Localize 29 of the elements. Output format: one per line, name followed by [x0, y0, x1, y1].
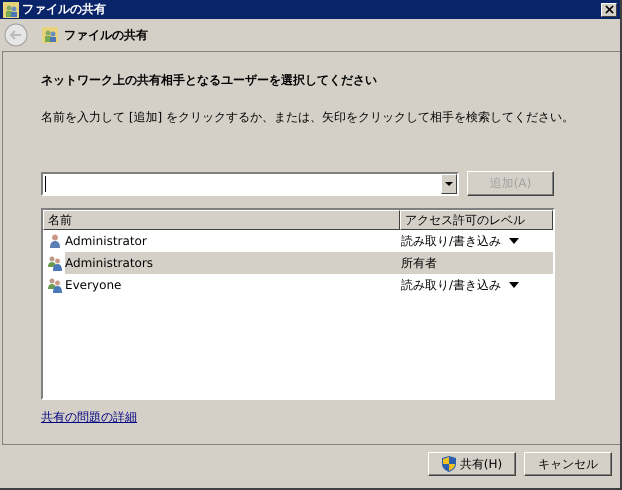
close-button[interactable] [601, 2, 617, 16]
user-row[interactable]: Administrator 読み取り/書き込み [65, 230, 553, 252]
heading: ネットワーク上の共有相手となるユーザーを選択してください [41, 72, 377, 89]
cancel-button[interactable]: キャンセル [524, 452, 612, 476]
share-button[interactable]: 共有(H) [428, 452, 516, 476]
user-row[interactable]: Administrators 所有者 [65, 252, 553, 274]
dropdown-arrow-icon[interactable] [509, 282, 520, 288]
users-icon [3, 2, 19, 18]
column-header[interactable]: 名前 [43, 210, 400, 230]
user-name: Administrators [65, 256, 154, 270]
user-name: Administrator [65, 234, 148, 248]
users-icon [42, 27, 58, 43]
column-header[interactable]: アクセス許可のレベル [400, 210, 553, 230]
users-icon [47, 277, 63, 293]
shield-icon [442, 456, 456, 472]
page-title: ファイルの共有 [64, 26, 148, 44]
user-row[interactable]: Everyone 読み取り/書き込み [65, 274, 553, 296]
user-icon [47, 233, 63, 249]
name-combo-box[interactable] [41, 172, 459, 196]
dropdown-arrow-icon[interactable] [509, 238, 520, 244]
user-name: Everyone [65, 278, 122, 292]
window-title: ファイルの共有 [22, 1, 107, 18]
permission-level: 読み取り/書き込み [401, 276, 502, 294]
help-link[interactable]: 共有の問題の詳細 [41, 409, 137, 426]
close-icon[interactable] [604, 5, 614, 14]
permission-level: 所有者 [401, 254, 437, 272]
permission-level: 読み取り/書き込み [401, 232, 502, 250]
instruction-text: 名前を入力して [追加] をクリックするか、または、矢印をクリックして相手を検索してください。 [41, 109, 575, 126]
users-icon [47, 255, 63, 271]
